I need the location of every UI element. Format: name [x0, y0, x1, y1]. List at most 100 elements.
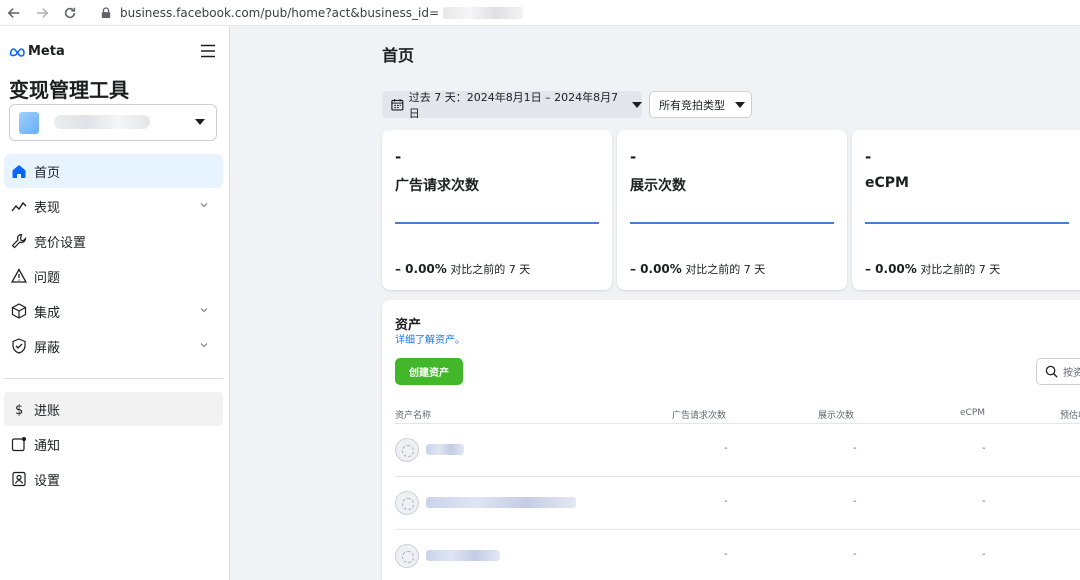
metric-label: eCPM [865, 175, 909, 191]
arrow-left-icon [7, 7, 20, 18]
metric-trend-line [395, 222, 599, 224]
sidebar-item-performance[interactable]: 表现 [0, 189, 229, 223]
sidebar-item-label: 问题 [34, 270, 61, 286]
svg-text:$: $ [15, 403, 23, 417]
table-row[interactable]: - - - [382, 424, 1080, 476]
account-name-redacted [54, 115, 150, 129]
table-row[interactable]: - - - [382, 477, 1080, 529]
metric-compare-text: 对比之前的 7 天 [920, 263, 1001, 276]
sidebar-item-label: 首页 [34, 165, 61, 181]
sidebar-item-blocking[interactable]: 屏蔽 [0, 329, 229, 363]
sidebar-item-home[interactable]: 首页 [4, 154, 223, 188]
metric-trend-line [865, 222, 1069, 224]
caret-down-icon [735, 101, 745, 108]
sidebar-item-label: 表现 [34, 200, 61, 216]
wrench-icon [10, 232, 28, 250]
metric-card-requests: - 广告请求次数 – 0.00% 对比之前的 7 天 [382, 130, 612, 290]
address-bar[interactable]: business.facebook.com/pub/home?act&busin… [120, 5, 524, 20]
column-header-impressions[interactable]: 展示次数 [818, 408, 854, 421]
menu-toggle-button[interactable] [199, 42, 217, 60]
browser-toolbar: business.facebook.com/pub/home?act&busin… [0, 0, 1080, 26]
page-title: 首页 [382, 46, 415, 65]
sidebar-item-earnings[interactable]: $ 进账 [4, 392, 223, 426]
assets-panel: 资产 详细了解资产。 创建资产 按资 资产名称 广告请求次数 展示次数 eCPM… [382, 300, 1080, 580]
chevron-down-icon [200, 343, 208, 348]
account-avatar [19, 112, 39, 134]
cell-requests: - [724, 443, 728, 454]
asset-search-input[interactable]: 按资 [1036, 358, 1080, 385]
metric-value: - [865, 148, 872, 166]
search-icon [1045, 365, 1058, 378]
asset-icon [395, 544, 419, 568]
create-asset-button[interactable]: 创建资产 [395, 358, 463, 385]
sidebar-item-settings[interactable]: 设置 [0, 462, 229, 496]
auction-type-label: 所有竞拍类型 [659, 98, 725, 112]
account-selector[interactable] [9, 104, 217, 141]
shield-icon [10, 337, 28, 355]
forward-button[interactable] [28, 1, 56, 25]
caret-down-icon [632, 101, 642, 108]
metric-comparison: – 0.00% 对比之前的 7 天 [630, 261, 765, 277]
hamburger-icon [201, 44, 215, 58]
metric-change: – 0.00% [395, 262, 447, 276]
date-range-label: 过去 7 天：2024年8月1日 – 2024年8月7日 [408, 90, 619, 120]
reload-icon [64, 7, 76, 18]
sidebar-divider [4, 378, 223, 379]
cell-ecpm: - [982, 443, 986, 454]
cell-impressions: - [853, 496, 857, 507]
chevron-down-icon [200, 308, 208, 313]
column-header-estimated-revenue[interactable]: 预估收 [1060, 408, 1080, 421]
asset-icon [395, 491, 419, 515]
cube-icon [10, 302, 28, 320]
trend-icon [10, 197, 28, 215]
url-redacted [443, 7, 524, 19]
sidebar-item-bidding[interactable]: 竞价设置 [0, 224, 229, 258]
table-row[interactable]: - - - [382, 530, 1080, 580]
metric-comparison: – 0.00% 对比之前的 7 天 [865, 261, 1000, 277]
cell-requests: - [724, 549, 728, 560]
sidebar-item-label: 屏蔽 [34, 340, 61, 356]
chevron-down-icon [200, 203, 208, 208]
sidebar-nav: 首页 表现 竞价设置 问题 集成 屏蔽 [0, 154, 229, 364]
notification-icon [10, 435, 28, 453]
sidebar-item-integration[interactable]: 集成 [0, 294, 229, 328]
cell-requests: - [724, 496, 728, 507]
asset-name-redacted [426, 497, 576, 508]
metric-value: - [395, 148, 402, 166]
asset-icon [395, 438, 419, 462]
asset-name-redacted [426, 550, 500, 561]
calendar-icon [391, 99, 404, 111]
column-header-ecpm[interactable]: eCPM [960, 408, 985, 418]
sidebar-item-issues[interactable]: 问题 [0, 259, 229, 293]
date-range-filter[interactable]: 过去 7 天：2024年8月1日 – 2024年8月7日 [382, 90, 642, 120]
sidebar-item-label: 集成 [34, 305, 61, 321]
search-placeholder: 按资 [1063, 368, 1080, 379]
brand-name: Meta [28, 44, 65, 59]
reload-button[interactable] [56, 1, 84, 25]
metric-change: – 0.00% [865, 262, 917, 276]
metric-card-impressions: - 展示次数 – 0.00% 对比之前的 7 天 [617, 130, 847, 290]
column-header-asset-name[interactable]: 资产名称 [395, 408, 431, 421]
caret-down-icon [195, 119, 205, 125]
metric-label: 广告请求次数 [395, 178, 479, 194]
metric-comparison: – 0.00% 对比之前的 7 天 [395, 261, 530, 277]
auction-type-filter[interactable]: 所有竞拍类型 [649, 91, 752, 118]
meta-logo[interactable]: Meta [9, 44, 65, 59]
metric-compare-text: 对比之前的 7 天 [450, 263, 531, 276]
cell-impressions: - [853, 549, 857, 560]
back-button[interactable] [0, 1, 28, 25]
sidebar-item-notifications[interactable]: 通知 [0, 427, 229, 461]
metric-compare-text: 对比之前的 7 天 [685, 263, 766, 276]
arrow-right-icon [36, 7, 49, 18]
assets-learn-more-link[interactable]: 详细了解资产。 [395, 331, 465, 346]
settings-icon [10, 470, 28, 488]
cell-ecpm: - [982, 496, 986, 507]
metric-value: - [630, 148, 637, 166]
lock-icon [98, 5, 114, 21]
cell-ecpm: - [982, 549, 986, 560]
cell-impressions: - [853, 443, 857, 454]
column-header-ad-requests[interactable]: 广告请求次数 [672, 408, 726, 421]
metric-change: – 0.00% [630, 262, 682, 276]
url-text: business.facebook.com/pub/home?act&busin… [120, 5, 440, 20]
app-title: 变现管理工具 [9, 78, 129, 102]
